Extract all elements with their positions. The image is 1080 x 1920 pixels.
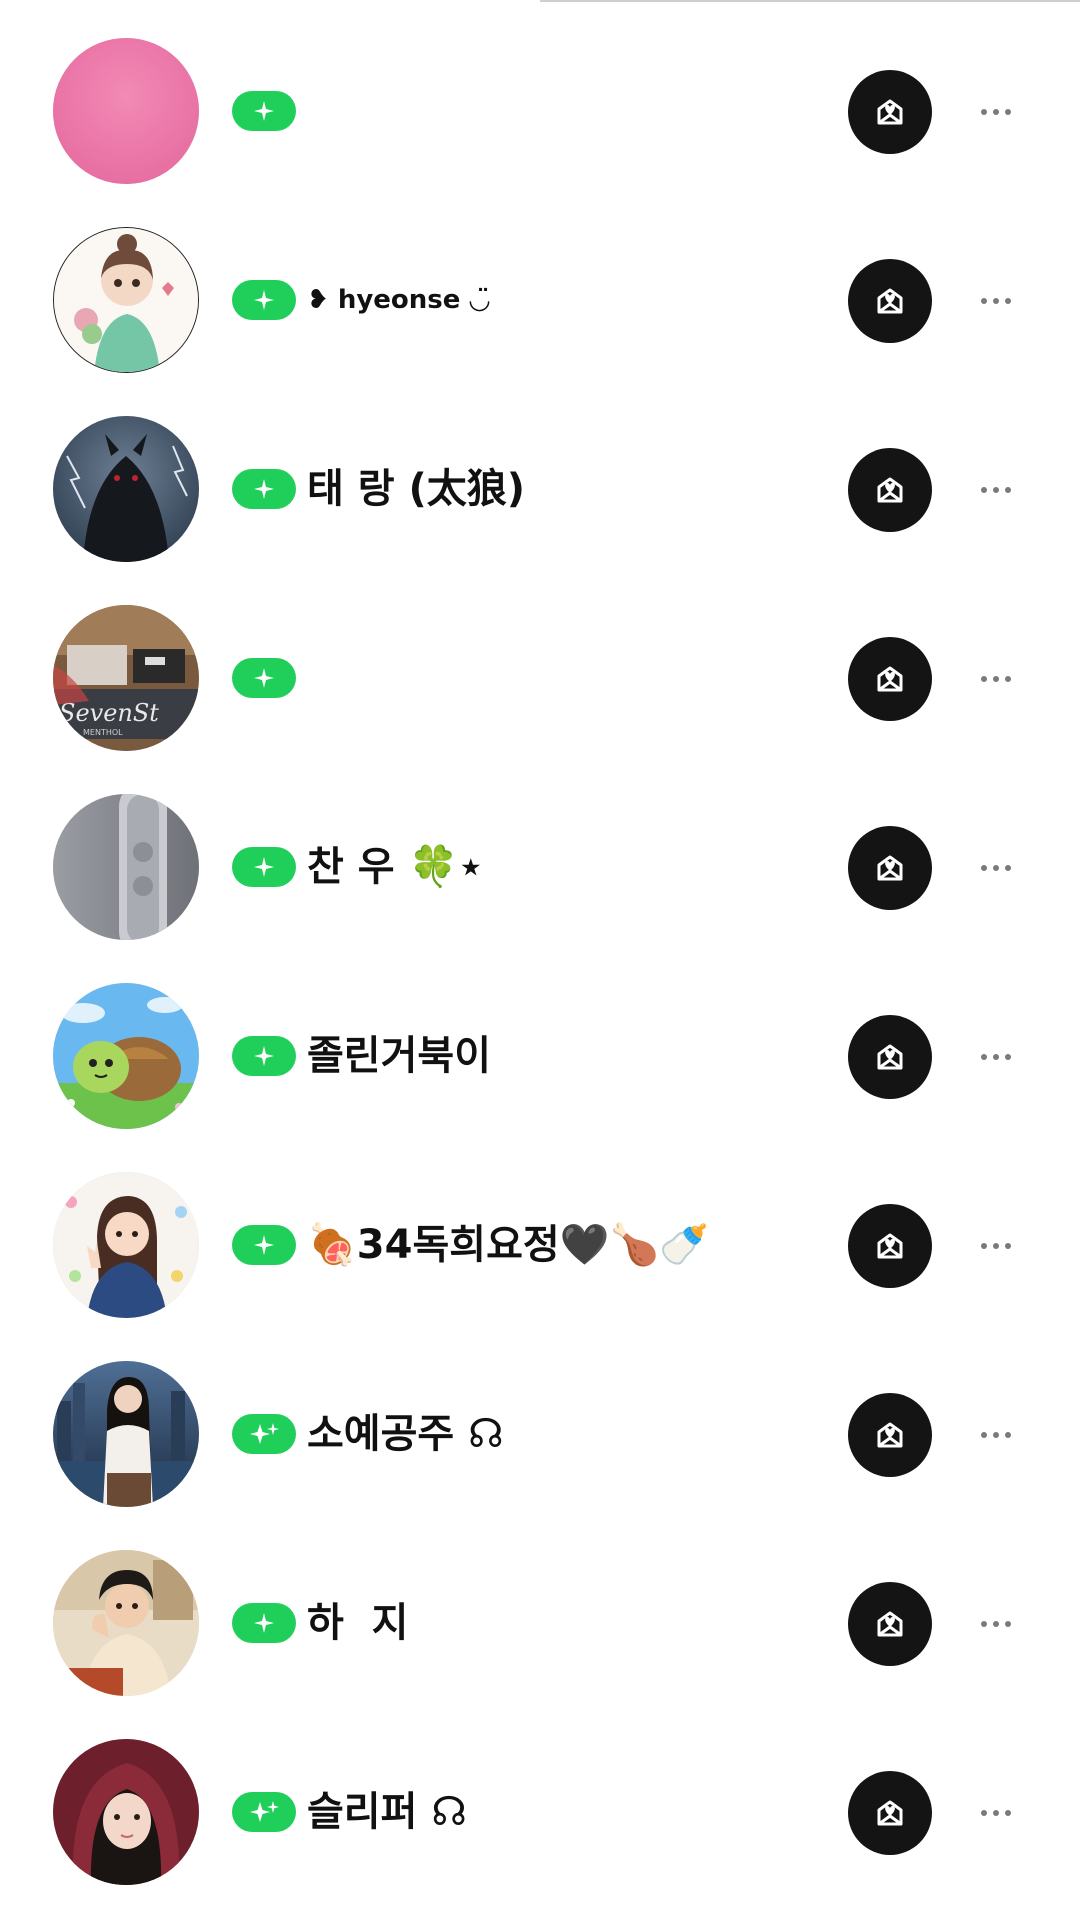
list-item[interactable]: 하 지: [0, 1512, 1080, 1701]
user-name: 소예공주 ☊: [307, 1411, 504, 1457]
list-item[interactable]: 🍖34독희요정🖤🍗🍼: [0, 1134, 1080, 1323]
sparkle-icon: [254, 290, 274, 310]
double-sparkle-icon: [250, 1423, 279, 1444]
gift-envelope-icon: [877, 477, 903, 503]
avatar[interactable]: [53, 416, 199, 562]
gift-button[interactable]: [848, 1582, 932, 1666]
more-options-button[interactable]: [972, 285, 1020, 317]
svg-text:MENTHOL: MENTHOL: [83, 728, 123, 737]
avatar[interactable]: [53, 1172, 199, 1318]
sparkle-icon: [254, 668, 274, 688]
list-item[interactable]: SevenSt MENTHOL: [0, 567, 1080, 756]
more-options-button[interactable]: [972, 1041, 1020, 1073]
more-options-button[interactable]: [972, 663, 1020, 695]
list-item[interactable]: 졸린거북이: [0, 945, 1080, 1134]
sparkle-badge: [232, 91, 296, 131]
sparkle-badge: [232, 658, 296, 698]
gift-button[interactable]: [848, 70, 932, 154]
gift-button[interactable]: [848, 637, 932, 721]
double-sparkle-badge: [232, 1414, 296, 1454]
list-item[interactable]: ❥ hyeonse ◡̈: [0, 189, 1080, 378]
list-item[interactable]: 슬리퍼 ☊: [0, 1701, 1080, 1890]
gift-envelope-icon: [877, 855, 903, 881]
gift-envelope-icon: [877, 1422, 903, 1448]
more-options-button[interactable]: [972, 96, 1020, 128]
sparkle-badge: [232, 1225, 296, 1265]
gift-button[interactable]: [848, 1393, 932, 1477]
list-item[interactable]: [0, 0, 1080, 189]
gift-button[interactable]: [848, 1771, 932, 1855]
avatar[interactable]: [53, 1739, 199, 1885]
more-dots-icon: [981, 676, 987, 682]
more-options-button[interactable]: [972, 1797, 1020, 1829]
more-dots-icon: [981, 1621, 987, 1627]
user-name: 찬 우 🍀⋆: [307, 844, 484, 890]
avatar[interactable]: [53, 227, 199, 373]
list-item[interactable]: 찬 우 🍀⋆: [0, 756, 1080, 945]
avatar[interactable]: [53, 983, 199, 1129]
gift-button[interactable]: [848, 259, 932, 343]
more-options-button[interactable]: [972, 1608, 1020, 1640]
more-options-button[interactable]: [972, 474, 1020, 506]
sparkle-icon: [254, 101, 274, 121]
svg-text:SevenSt: SevenSt: [59, 699, 159, 727]
more-dots-icon: [981, 1243, 987, 1249]
avatar[interactable]: [53, 1550, 199, 1696]
more-dots-icon: [981, 1054, 987, 1060]
user-name: 하 지: [307, 1600, 409, 1646]
avatar[interactable]: [53, 794, 199, 940]
more-dots-icon: [981, 298, 987, 304]
sparkle-icon: [254, 1046, 274, 1066]
sparkle-icon: [254, 479, 274, 499]
avatar[interactable]: [53, 38, 199, 184]
sparkle-icon: [254, 1235, 274, 1255]
sparkle-icon: [254, 1613, 274, 1633]
gift-button[interactable]: [848, 1015, 932, 1099]
avatar[interactable]: [53, 1361, 199, 1507]
more-dots-icon: [981, 865, 987, 871]
user-name: 태 랑 (太狼): [307, 466, 526, 512]
gift-button[interactable]: [848, 1204, 932, 1288]
user-name: 슬리퍼 ☊: [307, 1789, 467, 1835]
more-dots-icon: [981, 1432, 987, 1438]
more-options-button[interactable]: [972, 1230, 1020, 1262]
sparkle-badge: [232, 1036, 296, 1076]
list-item[interactable]: 소예공주 ☊: [0, 1323, 1080, 1512]
sparkle-badge: [232, 469, 296, 509]
list-item[interactable]: 태 랑 (太狼): [0, 378, 1080, 567]
gift-button[interactable]: [848, 826, 932, 910]
user-name: ❥ hyeonse ◡̈: [307, 285, 490, 315]
more-options-button[interactable]: [972, 1419, 1020, 1451]
more-dots-icon: [981, 1810, 987, 1816]
sparkle-badge: [232, 280, 296, 320]
gift-button[interactable]: [848, 448, 932, 532]
user-name: 🍖34독희요정🖤🍗🍼: [307, 1222, 710, 1268]
sparkle-badge: [232, 847, 296, 887]
more-dots-icon: [981, 109, 987, 115]
gift-envelope-icon: [877, 1044, 903, 1070]
gift-envelope-icon: [877, 1611, 903, 1637]
gift-envelope-icon: [877, 1233, 903, 1259]
sparkle-icon: [254, 857, 274, 877]
user-list: ❥ hyeonse ◡̈ 태 랑 (太狼) SevenSt MENTHOL 찬 …: [0, 0, 1080, 1890]
double-sparkle-icon: [250, 1801, 279, 1822]
user-name: 졸린거북이: [307, 1033, 491, 1079]
gift-envelope-icon: [877, 1800, 903, 1826]
avatar[interactable]: SevenSt MENTHOL: [53, 605, 199, 751]
gift-envelope-icon: [877, 99, 903, 125]
sparkle-badge: [232, 1603, 296, 1643]
more-options-button[interactable]: [972, 852, 1020, 884]
double-sparkle-badge: [232, 1792, 296, 1832]
more-dots-icon: [981, 487, 987, 493]
gift-envelope-icon: [877, 666, 903, 692]
gift-envelope-icon: [877, 288, 903, 314]
